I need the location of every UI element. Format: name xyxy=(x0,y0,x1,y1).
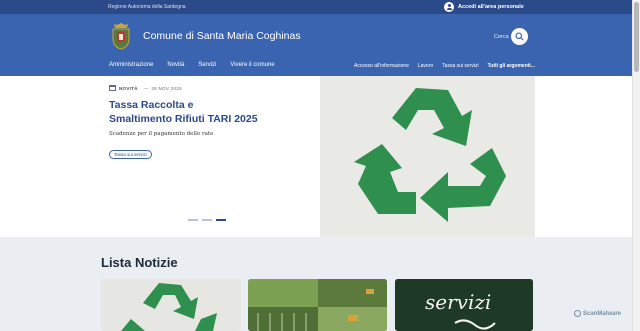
region-link[interactable]: Regione Autonoma della Sardegna xyxy=(108,4,186,10)
nav-item-servizi[interactable]: Servizi xyxy=(198,62,216,68)
scrollbar-thumb[interactable] xyxy=(634,2,639,72)
news-section: Lista Notizie servizi xyxy=(0,237,632,331)
site-header: Comune di Santa Maria Coghinas Cerca Amm… xyxy=(0,14,632,76)
hero-description: Scadenze per il pagamento delle rate xyxy=(109,131,214,137)
hero-carousel: NOVITÀ — 28 NOV 2025 Tassa Raccolta e Sm… xyxy=(0,76,632,237)
carousel-dot[interactable] xyxy=(202,219,212,221)
chalkboard-text: servizi xyxy=(425,290,491,314)
user-icon xyxy=(444,2,454,12)
secondary-navigation: Accesso all'informazione Lavoro Tassa su… xyxy=(354,63,535,69)
calendar-icon xyxy=(109,85,116,91)
hero-meta: NOVITÀ — 28 NOV 2025 xyxy=(109,85,182,91)
news-card[interactable] xyxy=(101,279,241,331)
carousel-dot-active[interactable] xyxy=(216,219,226,221)
hero-tag-chip[interactable]: Tassa sui servizi xyxy=(109,150,152,159)
news-section-title: Lista Notizie xyxy=(101,255,178,270)
recycle-icon xyxy=(320,76,535,237)
page-scrollbar[interactable] xyxy=(632,0,640,331)
search-button[interactable] xyxy=(511,28,528,45)
site-title[interactable]: Comune di Santa Maria Coghinas xyxy=(143,30,301,42)
login-button[interactable]: Accedi all'area personale xyxy=(444,2,524,12)
farmland-image xyxy=(248,279,387,331)
hero-image xyxy=(320,76,535,237)
login-label: Accedi all'area personale xyxy=(458,4,524,10)
watermark: ScanMalware xyxy=(574,310,621,317)
chalkboard-image: servizi xyxy=(395,279,533,331)
hero-date: 28 NOV 2025 xyxy=(151,85,182,91)
search-icon xyxy=(515,32,524,41)
hero-separator: — xyxy=(143,85,149,91)
main-navigation: Amministrazione Novità Servizi Vivere il… xyxy=(109,62,289,68)
nav-link-lavoro[interactable]: Lavoro xyxy=(418,63,433,69)
top-bar: Regione Autonoma della Sardegna Accedi a… xyxy=(0,0,632,14)
recycle-icon xyxy=(101,279,241,331)
hero-category: NOVITÀ xyxy=(119,85,138,91)
watermark-text: ScanMalware xyxy=(583,310,622,317)
nav-item-novita[interactable]: Novità xyxy=(167,62,184,68)
search-label: Cerca xyxy=(494,34,509,40)
nav-link-accesso[interactable]: Accesso all'informazione xyxy=(354,63,409,69)
carousel-dot[interactable] xyxy=(188,219,198,221)
nav-link-tutti-argomenti[interactable]: Tutti gli argomenti... xyxy=(488,63,535,69)
nav-link-tassa[interactable]: Tassa sui servizi xyxy=(442,63,478,69)
hero-headline[interactable]: Tassa Raccolta e Smaltimento Rifiuti TAR… xyxy=(109,98,259,126)
news-card[interactable] xyxy=(248,279,387,331)
carousel-pagination xyxy=(188,219,226,221)
nav-item-amministrazione[interactable]: Amministrazione xyxy=(109,62,153,68)
watermark-icon xyxy=(574,310,581,317)
news-card[interactable]: servizi xyxy=(395,279,533,331)
municipal-crest-icon[interactable] xyxy=(110,22,132,50)
nav-item-vivere[interactable]: Vivere il comune xyxy=(230,62,274,68)
